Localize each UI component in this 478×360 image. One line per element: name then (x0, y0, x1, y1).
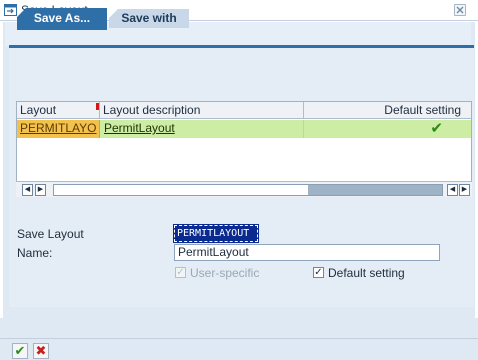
column-header-layout-description[interactable]: Layout description (100, 102, 304, 119)
window-icon (4, 4, 17, 16)
scroll-left-button-right[interactable]: ◀ (447, 184, 458, 196)
confirm-button[interactable]: ✔ (12, 343, 28, 359)
scroll-right-button-right[interactable]: ▶ (459, 184, 470, 196)
scroll-left-button[interactable]: ◀ (22, 184, 33, 196)
checkmark-icon: ✔ (430, 120, 443, 137)
default-setting-checkbox[interactable]: ✓ (313, 267, 324, 278)
scroll-right-button[interactable]: ▶ (35, 184, 46, 196)
column-header-layout[interactable]: Layout (17, 102, 100, 119)
scroll-track[interactable] (53, 184, 443, 196)
table-header: Layout Layout description Default settin… (17, 102, 471, 119)
default-setting-label: Default setting (328, 266, 405, 280)
cell-default-setting: ✔ (305, 120, 471, 138)
tab-save-as[interactable]: Save As... (17, 8, 107, 30)
scroll-thumb[interactable] (308, 185, 442, 195)
dialog-bottom-area (0, 318, 478, 338)
cell-layout[interactable]: PERMITLAYO (17, 120, 100, 138)
table-row[interactable]: PERMITLAYO PermitLayout ✔ (17, 120, 471, 138)
cancel-button[interactable]: ✖ (33, 343, 49, 359)
required-marker (96, 103, 99, 110)
save-layout-input[interactable]: PERMITLAYOUT (173, 224, 259, 243)
close-icon (456, 6, 464, 14)
name-input[interactable]: PermitLayout (174, 244, 440, 261)
save-layout-label: Save Layout (17, 227, 84, 241)
horizontal-scrollbar[interactable]: ◀ ▶ ◀ ▶ (16, 181, 472, 197)
name-label: Name: (17, 246, 53, 260)
tab-save-with[interactable]: Save with (109, 9, 189, 28)
column-header-default-setting[interactable]: Default setting (304, 102, 471, 119)
user-specific-label: User-specific (190, 266, 260, 280)
button-bar: ✔ ✖ (0, 338, 478, 360)
cell-layout-description[interactable]: PermitLayout (101, 120, 304, 138)
close-button[interactable] (454, 4, 466, 16)
user-specific-checkbox[interactable]: ✓ (175, 267, 186, 278)
